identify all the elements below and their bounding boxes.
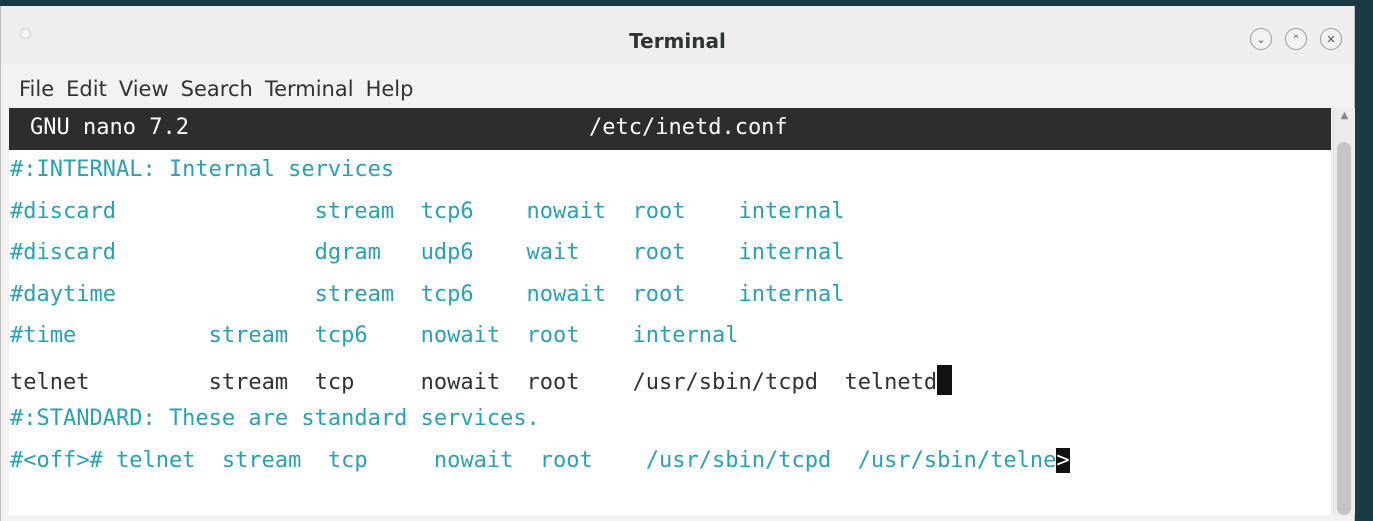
menu-help[interactable]: Help [365,73,421,105]
code-line-text: #:STANDARD: These are standard services. [10,406,540,431]
scrollbar-thumb[interactable] [1337,142,1351,515]
close-button[interactable]: ✕ [1320,28,1342,50]
code-line-text: #discard stream tcp6 nowait root interna… [10,198,845,224]
scroll-up-arrow-icon[interactable]: ▲ [1334,110,1355,121]
menu-edit[interactable]: Edit [65,73,114,105]
vertical-scrollbar[interactable]: ▲ [1333,108,1355,515]
code-line-text: #time stream tcp6 nowait root internal [10,323,739,348]
chevron-up-icon: ⌃ [1291,32,1301,46]
chevron-down-icon: ⌄ [1256,32,1266,46]
menu-file[interactable]: File [18,73,61,105]
minimize-button[interactable]: ⌄ [1250,28,1272,50]
close-icon: ✕ [1326,32,1336,46]
code-line-text: #daytime stream tcp6 nowait root interna… [10,281,845,307]
line-overflow-marker: > [1056,447,1070,473]
nano-filename: /etc/inetd.conf [589,115,788,140]
title-bar[interactable]: Terminal ⌄ ⌃ ✕ [1,6,1354,64]
window-title: Terminal [629,29,726,53]
terminal-content[interactable]: GNU nano 7.2 /etc/inetd.conf #:INTERNAL:… [9,108,1331,515]
code-line-text: #:INTERNAL: Internal services [10,157,395,182]
text-cursor [937,364,953,395]
menu-search[interactable]: Search [180,73,260,105]
maximize-button[interactable]: ⌃ [1285,28,1307,50]
window-controls: ⌄ ⌃ ✕ [1250,28,1342,50]
nano-title-bar: GNU nano 7.2 /etc/inetd.conf [9,108,1331,150]
menu-terminal[interactable]: Terminal [264,73,361,105]
code-line-text: telnet stream tcp nowait root /usr/sbin/… [10,364,953,395]
menu-view[interactable]: View [118,73,176,105]
menu-bar: File Edit View Search Terminal Help [1,64,1354,114]
nano-version: GNU nano 7.2 [30,115,189,140]
code-line-text: #discard dgram udp6 wait root internal [10,240,845,265]
code-line-text: #<off># telnet stream tcp nowait root /u… [10,447,1070,473]
